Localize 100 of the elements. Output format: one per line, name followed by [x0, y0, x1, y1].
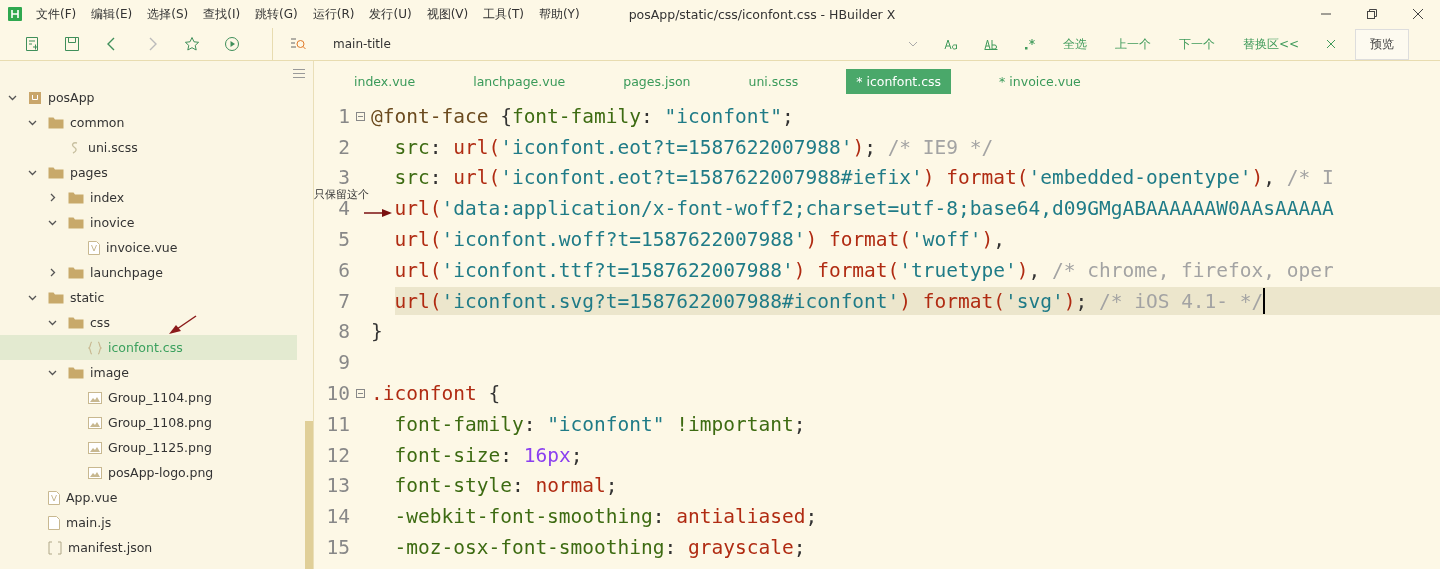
code-line: url('iconfont.woff?t=1587622007988') format('woff'), [394, 227, 1007, 254]
code-line: -moz-osx-font-smoothing: grayscale; [394, 535, 807, 562]
tree-item[interactable]: App.vue [0, 485, 297, 510]
chevron-icon[interactable] [8, 93, 17, 102]
chevron-icon[interactable] [28, 118, 37, 127]
tree-item[interactable]: posApp-logo.png [0, 460, 297, 485]
line-number: 6 [337, 258, 350, 282]
chevron-icon[interactable] [48, 218, 57, 227]
save-icon[interactable] [64, 36, 80, 52]
code-line: .iconfont { [371, 381, 502, 408]
fold-icon[interactable] [356, 389, 365, 399]
code-line: font-family: "iconfont" !important; [394, 411, 807, 438]
tree-item[interactable]: uni.scss [0, 135, 297, 160]
tree-item[interactable]: Group_1108.png [0, 410, 297, 435]
brackets-icon [48, 540, 62, 555]
match-case-icon[interactable] [944, 38, 958, 50]
code-line: @font-face {font-family: "iconfont"; [371, 103, 795, 130]
file-icon [48, 515, 60, 530]
code-line: font-size: 16px; [394, 442, 584, 469]
folder-icon [68, 266, 84, 279]
line-number: 7 [337, 289, 350, 313]
file-icon [88, 240, 100, 255]
line-number: 14 [325, 505, 350, 529]
code-line: font-style: normal; [394, 473, 619, 500]
folder-icon [68, 366, 84, 379]
line-number: 10 [325, 382, 350, 406]
tree-item[interactable]: image [0, 360, 297, 385]
find-button[interactable]: 全选 [1049, 35, 1101, 53]
menu-item[interactable]: 视图(V) [426, 5, 469, 23]
tree-item[interactable]: css [0, 310, 297, 335]
tree-item[interactable]: Group_1104.png [0, 385, 297, 410]
chevron-icon[interactable] [48, 193, 57, 202]
fold-icon[interactable] [356, 111, 365, 121]
image-icon [88, 466, 102, 479]
folder-icon [68, 216, 84, 229]
find-button[interactable]: 上一个 [1101, 35, 1165, 53]
scrollbar-thumb[interactable] [305, 421, 313, 569]
code-line: url('data:application/x-font-woff2;charset=utf-8;base64,d09GMgABAAAAAAW0AAsAAAAA [394, 196, 1335, 223]
folder-icon [68, 316, 84, 329]
tree-item[interactable]: static [0, 285, 297, 310]
folder-icon [68, 191, 84, 204]
tree-item[interactable]: manifest.json [0, 535, 297, 560]
tree-item[interactable]: posApp [0, 85, 297, 110]
app-logo-icon [8, 7, 22, 21]
line-number: 1 [337, 104, 350, 128]
image-icon [88, 416, 102, 429]
close-icon[interactable] [1412, 8, 1424, 20]
code-line: -webkit-font-smoothing: antialiased; [394, 504, 819, 531]
menu-item[interactable]: 运行(R) [312, 5, 355, 23]
file-icon [48, 490, 60, 505]
chevron-icon[interactable] [48, 368, 57, 377]
line-number: 2 [337, 135, 350, 159]
chevron-icon[interactable] [48, 268, 57, 277]
line-number: 9 [337, 351, 350, 375]
preview-button[interactable]: 预览 [1355, 28, 1410, 60]
star-icon[interactable] [184, 36, 200, 52]
window-title: posApp/static/css/iconfont.css - HBuilder X [628, 6, 896, 22]
menu-item[interactable]: 发行(U) [369, 5, 412, 23]
arrow-icon [167, 315, 197, 335]
dropdown-caret-icon[interactable] [908, 41, 918, 47]
run-icon[interactable] [224, 36, 240, 52]
tree-item[interactable]: invoice.vue [0, 235, 297, 260]
code-line: } [371, 319, 384, 346]
menu-icon[interactable] [293, 69, 305, 78]
menu-item[interactable]: 跳转(G) [255, 5, 298, 23]
tree-item[interactable]: pages [0, 160, 297, 185]
line-number: 11 [325, 412, 350, 436]
whole-word-icon[interactable] [984, 38, 998, 50]
new-file-icon[interactable] [24, 36, 40, 52]
note-label: 只保留这个 [314, 189, 369, 201]
menu-item[interactable]: 文件(F) [36, 5, 77, 23]
tree-item[interactable]: Group_1125.png [0, 435, 297, 460]
menu-item[interactable]: 查找(I) [203, 5, 241, 23]
menu-item[interactable]: 编辑(E) [91, 5, 133, 23]
code-line: url('iconfont.ttf?t=1587622007988') format('truetype'), /* chrome, firefox, oper [394, 257, 1335, 284]
arrow-icon [364, 209, 392, 217]
menu-item[interactable]: 选择(S) [147, 5, 189, 23]
regex-icon[interactable] [1024, 38, 1036, 50]
editor-tab[interactable]: * invoice.vue [989, 68, 1091, 94]
folder-icon [48, 291, 64, 304]
image-icon [88, 441, 102, 454]
tree-item[interactable]: launchpage [0, 260, 297, 285]
line-number: 8 [337, 320, 350, 344]
line-number: 12 [325, 443, 350, 467]
chevron-icon[interactable] [28, 168, 37, 177]
tree-item[interactable]: inovice [0, 210, 297, 235]
image-icon [88, 391, 102, 404]
tree-item[interactable]: main.js [0, 510, 297, 535]
folder-icon [48, 166, 64, 179]
menu-item[interactable]: 帮助(Y) [538, 5, 580, 23]
chevron-icon[interactable] [48, 318, 57, 327]
menu-item[interactable]: 工具(T) [483, 5, 524, 23]
restore-icon[interactable] [1366, 8, 1378, 20]
tree-item[interactable]: common [0, 110, 297, 135]
chevron-icon[interactable] [28, 293, 37, 302]
search-field[interactable]: main-title [331, 36, 895, 52]
folder-icon [48, 116, 64, 129]
project-icon [28, 90, 42, 105]
tree-item[interactable]: index [0, 185, 297, 210]
line-number: 5 [337, 228, 350, 252]
